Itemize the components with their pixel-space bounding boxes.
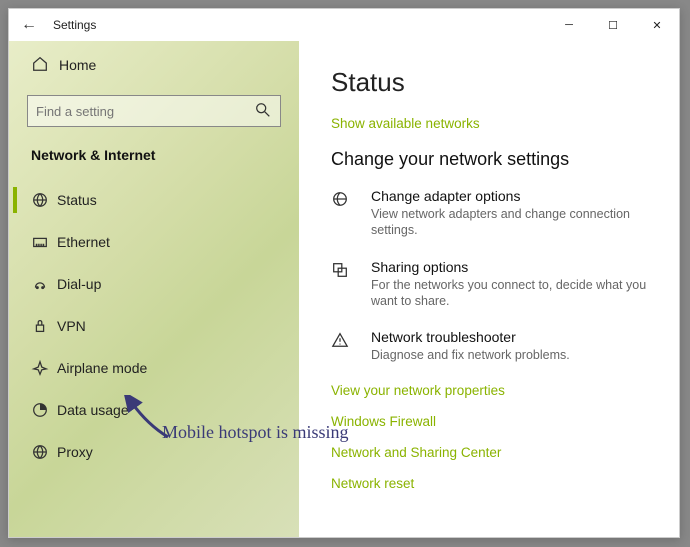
sidebar-item-label: VPN <box>57 318 86 334</box>
search-icon <box>254 101 272 122</box>
ethernet-icon <box>31 233 57 251</box>
sidebar-item-vpn[interactable]: VPN <box>13 305 295 347</box>
option-sharing[interactable]: Sharing options For the networks you con… <box>331 259 651 310</box>
option-desc: Diagnose and fix network problems. <box>371 347 570 363</box>
link-sharingcenter[interactable]: Network and Sharing Center <box>331 445 651 460</box>
option-label: Change adapter options <box>371 188 651 204</box>
datausage-icon <box>31 401 57 419</box>
proxy-icon <box>31 443 57 461</box>
home-icon <box>31 55 59 76</box>
vpn-icon <box>31 317 57 335</box>
sidebar-item-ethernet[interactable]: Ethernet <box>13 221 295 263</box>
sidebar-item-datausage[interactable]: Data usage <box>13 389 295 431</box>
settings-window: ← Settings ─ ☐ ✕ Home Network & Internet <box>8 8 680 538</box>
back-button[interactable]: ← <box>9 16 49 34</box>
main-panel: Status Show available networks Change yo… <box>299 41 679 537</box>
option-adapter[interactable]: Change adapter options View network adap… <box>331 188 651 239</box>
option-troubleshooter[interactable]: Network troubleshooter Diagnose and fix … <box>331 329 651 363</box>
option-label: Sharing options <box>371 259 651 275</box>
warning-icon <box>331 329 357 363</box>
minimize-button[interactable]: ─ <box>547 9 591 41</box>
sidebar-item-label: Dial-up <box>57 276 101 292</box>
window-body: Home Network & Internet Status Ethernet … <box>9 41 679 537</box>
status-icon <box>31 191 57 209</box>
sidebar-item-label: Proxy <box>57 444 93 460</box>
sidebar-home[interactable]: Home <box>13 45 295 85</box>
sidebar-item-proxy[interactable]: Proxy <box>13 431 295 473</box>
maximize-button[interactable]: ☐ <box>591 9 635 41</box>
sidebar-item-label: Data usage <box>57 402 129 418</box>
window-controls: ─ ☐ ✕ <box>547 9 679 41</box>
sidebar-home-label: Home <box>59 57 96 73</box>
link-show-networks[interactable]: Show available networks <box>331 116 651 131</box>
search-input[interactable] <box>36 104 254 119</box>
sidebar-item-label: Status <box>57 192 97 208</box>
option-desc: For the networks you connect to, decide … <box>371 277 651 310</box>
option-desc: View network adapters and change connect… <box>371 206 651 239</box>
sidebar: Home Network & Internet Status Ethernet … <box>9 41 299 537</box>
sidebar-item-label: Ethernet <box>57 234 110 250</box>
section-heading: Change your network settings <box>331 149 651 170</box>
option-label: Network troubleshooter <box>371 329 570 345</box>
dialup-icon <box>31 275 57 293</box>
adapter-icon <box>331 188 357 239</box>
sidebar-item-label: Airplane mode <box>57 360 147 376</box>
window-title: Settings <box>49 18 547 32</box>
search-box[interactable] <box>27 95 281 127</box>
sidebar-item-status[interactable]: Status <box>13 179 295 221</box>
titlebar: ← Settings ─ ☐ ✕ <box>9 9 679 41</box>
sharing-icon <box>331 259 357 310</box>
link-reset[interactable]: Network reset <box>331 476 651 491</box>
link-firewall[interactable]: Windows Firewall <box>331 414 651 429</box>
close-button[interactable]: ✕ <box>635 9 679 41</box>
airplane-icon <box>31 359 57 377</box>
page-heading: Status <box>331 67 651 98</box>
sidebar-item-airplane[interactable]: Airplane mode <box>13 347 295 389</box>
sidebar-category: Network & Internet <box>13 141 295 179</box>
sidebar-item-dialup[interactable]: Dial-up <box>13 263 295 305</box>
link-properties[interactable]: View your network properties <box>331 383 651 398</box>
